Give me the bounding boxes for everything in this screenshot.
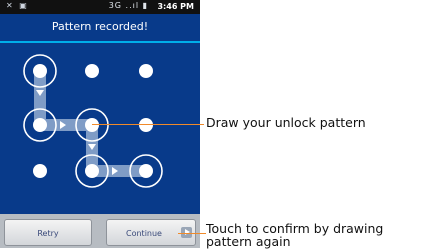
- notification-icons: ✕ ▣: [6, 1, 29, 10]
- pattern-path-segment: [34, 71, 46, 125]
- status-time: 3:46 PM: [157, 2, 194, 11]
- continue-label: Continue: [126, 229, 162, 238]
- confirm-callout-text-line2: pattern again: [206, 234, 291, 249]
- pattern-canvas[interactable]: [0, 44, 200, 212]
- button-bar: Retry Continue: [0, 214, 200, 248]
- pattern-dot-2[interactable]: [85, 64, 99, 78]
- signal-icons: 3G ..ıl ▮: [108, 1, 148, 10]
- header-divider: [0, 41, 200, 43]
- pattern-dot-6[interactable]: [139, 118, 153, 132]
- pattern-dot-7[interactable]: [33, 164, 47, 178]
- retry-button[interactable]: Retry: [4, 219, 92, 246]
- confirm-callout-line: [178, 233, 206, 234]
- pattern-dot-3[interactable]: [139, 64, 153, 78]
- pattern-status-title: Pattern recorded!: [51, 20, 149, 33]
- draw-callout-line: [92, 124, 204, 125]
- status-bar: ✕ ▣ 3G ..ıl ▮ 3:46 PM: [0, 0, 200, 14]
- draw-callout-text: Draw your unlock pattern: [206, 115, 366, 130]
- pattern-path-segment: [92, 165, 146, 177]
- pattern-grid[interactable]: [0, 44, 200, 212]
